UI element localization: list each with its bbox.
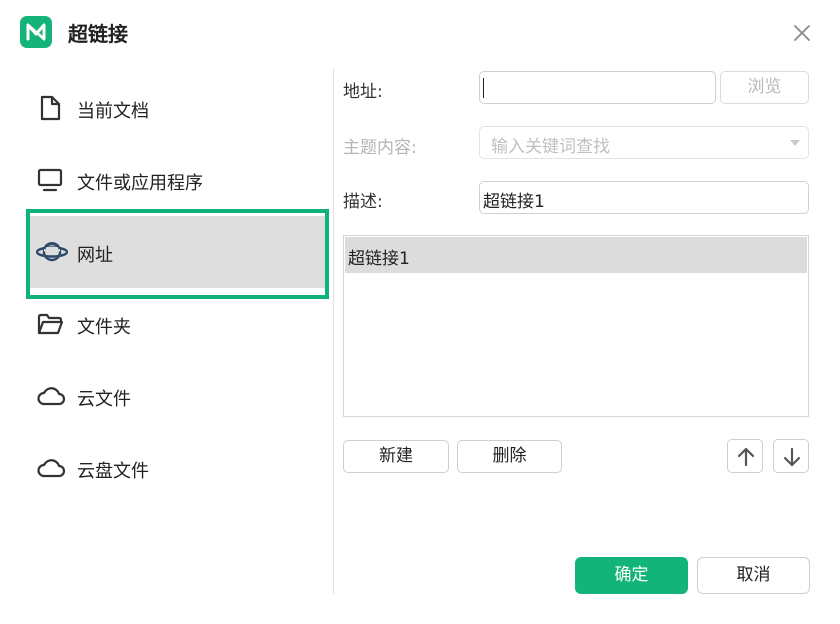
sidebar-item-label: 当前文档 [77,101,149,122]
sidebar-item-label: 云文件 [77,389,131,410]
list-item[interactable]: 超链接1 [345,237,807,273]
text-caret [483,78,484,98]
topic-placeholder: 输入关键词查找 [491,137,610,157]
sidebar-item-file-or-app[interactable]: 文件或应用程序 [26,144,325,216]
description-input[interactable]: 超链接1 [479,181,809,214]
address-input[interactable] [479,71,716,104]
move-down-button[interactable] [773,439,809,473]
app-logo-icon [20,16,52,48]
sidebar-item-url[interactable]: 网址 [26,216,325,288]
cloud-icon [36,454,66,482]
description-label: 描述: [343,192,383,212]
sidebar-item-label: 云盘文件 [77,461,149,482]
topic-label: 主题内容: [343,138,417,158]
sidebar-item-label: 文件夹 [77,317,131,338]
list-item-label: 超链接1 [348,249,410,269]
dialog-title: 超链接 [68,22,128,46]
monitor-icon [36,166,64,194]
planet-icon [35,238,69,266]
sidebar-item-label: 网址 [77,245,113,266]
folder-icon [36,310,64,338]
close-icon[interactable] [790,21,814,45]
sidebar-item-cloud-file[interactable]: 云文件 [26,360,325,432]
address-label: 地址: [343,82,383,102]
move-up-button[interactable] [727,439,763,473]
arrow-down-icon [783,447,801,467]
cancel-button[interactable]: 取消 [697,557,810,594]
new-button[interactable]: 新建 [343,440,449,473]
topic-select[interactable]: 输入关键词查找 [479,126,809,159]
document-icon [36,94,64,122]
browse-button[interactable]: 浏览 [720,71,809,104]
sidebar-item-current-document[interactable]: 当前文档 [26,72,325,144]
delete-button[interactable]: 删除 [457,440,562,473]
chevron-down-icon [790,140,800,146]
divider [333,68,334,594]
cloud-icon [36,382,66,410]
description-value: 超链接1 [483,192,545,212]
sidebar-item-cloud-drive-file[interactable]: 云盘文件 [26,432,325,504]
sidebar-item-folder[interactable]: 文件夹 [26,288,325,360]
sidebar-item-label: 文件或应用程序 [77,173,203,194]
arrow-up-icon [737,447,755,467]
ok-button[interactable]: 确定 [575,557,688,594]
hyperlink-list[interactable]: 超链接1 [343,235,809,417]
title-bar: 超链接 [0,0,840,64]
